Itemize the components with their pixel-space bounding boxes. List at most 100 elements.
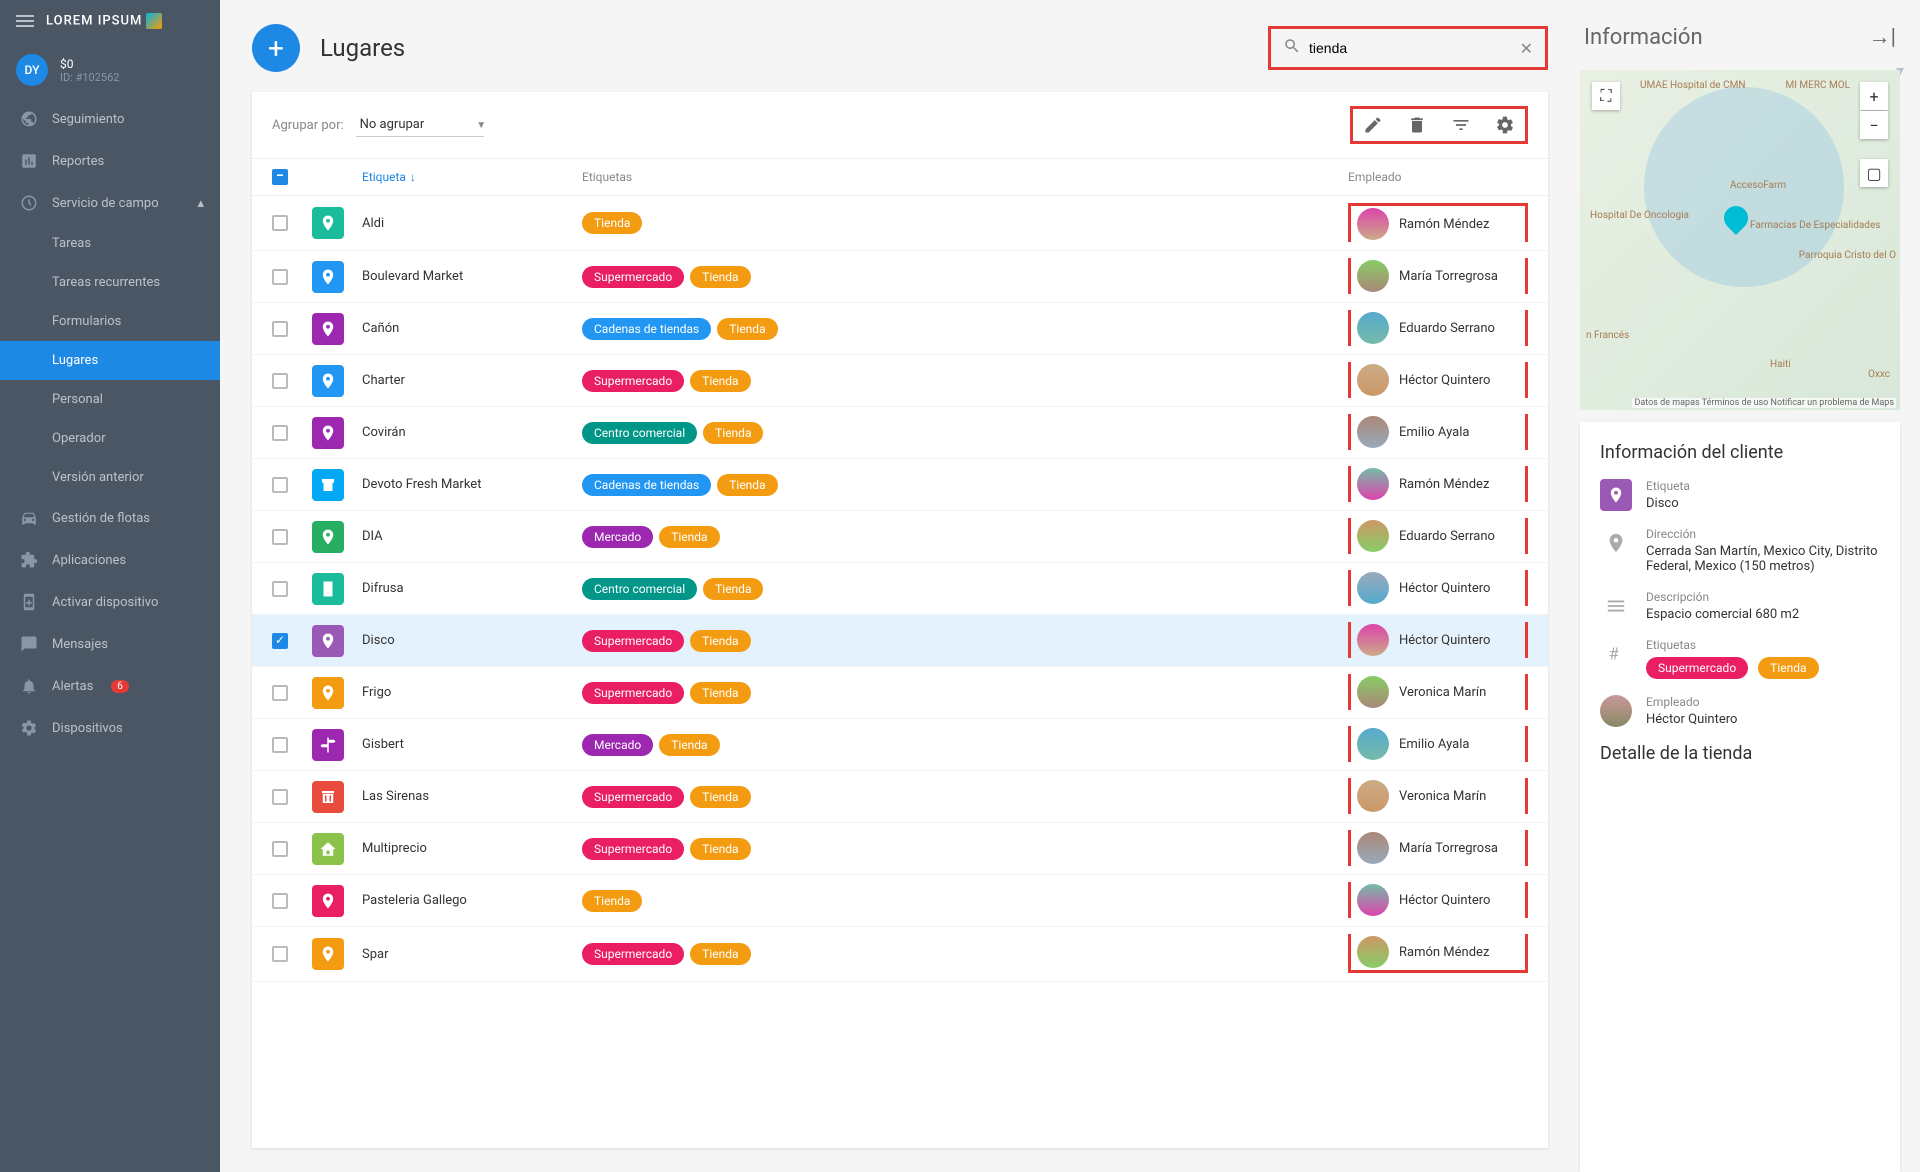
employee-avatar [1357,520,1389,552]
employee-avatar [1357,936,1389,968]
employee-avatar [1357,208,1389,240]
nav-alertas[interactable]: Alertas6 [0,665,220,707]
table-row[interactable]: Multiprecio SupermercadoTienda María Tor… [252,823,1548,875]
group-by-select[interactable]: No agrupar [356,113,485,137]
table-row[interactable]: Frigo SupermercadoTienda Veronica Marín [252,667,1548,719]
row-checkbox[interactable] [272,425,288,441]
nav-formularios[interactable]: Formularios [0,302,220,341]
nav-tareas[interactable]: Tareas [0,224,220,263]
settings-button[interactable] [1495,115,1515,135]
place-name: Cañón [362,321,582,336]
delete-button[interactable] [1407,115,1427,135]
row-checkbox[interactable] [272,633,288,649]
table-row[interactable]: Devoto Fresh Market Cadenas de tiendasTi… [252,459,1548,511]
nav-tareas-recurrentes[interactable]: Tareas recurrentes [0,263,220,302]
nav-activar[interactable]: Activar dispositivo [0,581,220,623]
place-type-icon [312,781,344,813]
nav-aplicaciones[interactable]: Aplicaciones [0,539,220,581]
menu-toggle[interactable] [16,12,34,30]
map-layers-button[interactable]: ▢ [1860,159,1888,187]
tag-tienda: Tienda [690,838,750,860]
column-header-employee[interactable]: Empleado [1348,170,1528,184]
map[interactable]: ⛶ + − ▢ UMAE Hospital de CMN MI MERC MOL… [1580,70,1900,410]
table-row[interactable]: Aldi Tienda Ramón Méndez [252,196,1548,251]
employee-avatar [1357,832,1389,864]
map-poi-label: Hospital De Oncologia [1590,210,1689,221]
globe-icon [20,110,38,128]
tag-tienda: Tienda [582,212,642,234]
place-name: Aldi [362,216,582,231]
nav-version-anterior[interactable]: Versión anterior [0,458,220,497]
column-header-tags[interactable]: Etiquetas [582,170,1348,184]
search-box: ✕ [1268,26,1548,70]
map-zoom-out-button[interactable]: − [1860,111,1888,139]
nav-servicio[interactable]: Servicio de campo▴ [0,182,220,224]
table-row[interactable]: Pasteleria Gallego Tienda Héctor Quinter… [252,875,1548,927]
map-attribution: Datos de mapas Términos de uso Notificar… [1632,398,1896,408]
tag-tienda: Tienda [659,734,719,756]
table-row[interactable]: DIA MercadoTienda Eduardo Serrano [252,511,1548,563]
search-input[interactable] [1309,40,1512,56]
employee-name: Veronica Marín [1399,789,1486,804]
row-checkbox[interactable] [272,789,288,805]
table-row[interactable]: Disco SupermercadoTienda Héctor Quintero [252,615,1548,667]
nav-seguimiento[interactable]: Seguimiento [0,98,220,140]
employee-name: Héctor Quintero [1399,373,1490,388]
edit-button[interactable] [1363,115,1383,135]
table-row[interactable]: Spar SupermercadoTienda Ramón Méndez [252,927,1548,982]
table-row[interactable]: Charter Supermercado Tienda Héctor Quinte… [252,355,1548,407]
nav-mensajes[interactable]: Mensajes [0,623,220,665]
add-button[interactable]: + [252,24,300,72]
table-row[interactable]: Las Sirenas SupermercadoTienda Veronica … [252,771,1548,823]
table-row[interactable]: Difrusa Centro comercialTienda Héctor Qu… [252,563,1548,615]
map-zoom-in-button[interactable]: + [1860,82,1888,110]
table-row[interactable]: Boulevard Market SupermercadoTienda Marí… [252,251,1548,303]
info-label-descripcion: Descripción [1646,590,1799,604]
filter-button[interactable] [1451,115,1471,135]
row-checkbox[interactable] [272,269,288,285]
select-all-checkbox[interactable] [272,169,288,185]
employee-avatar [1357,572,1389,604]
user-id: ID: #102562 [60,71,204,84]
row-checkbox[interactable] [272,685,288,701]
row-checkbox[interactable] [272,373,288,389]
row-checkbox[interactable] [272,529,288,545]
place-name: Frigo [362,685,582,700]
info-label-etiqueta: Etiqueta [1646,479,1690,493]
map-fullscreen-button[interactable]: ⛶ [1592,82,1620,110]
table-row[interactable]: Cañón Cadenas de tiendasTienda Eduardo S… [252,303,1548,355]
tag-supermercado: Supermercado [582,370,684,392]
column-header-label[interactable]: Etiqueta ↓ [362,170,582,184]
chart-icon [20,152,38,170]
chevron-up-icon: ▴ [197,196,204,211]
nav-lugares[interactable]: Lugares [0,341,220,380]
nav-personal[interactable]: Personal [0,380,220,419]
row-checkbox[interactable] [272,893,288,909]
row-checkbox[interactable] [272,581,288,597]
row-checkbox[interactable] [272,841,288,857]
page-title: Lugares [320,34,1248,62]
row-checkbox[interactable] [272,215,288,231]
nav-reportes[interactable]: Reportes [0,140,220,182]
table-row[interactable]: Covirán Centro comercialTienda Emilio Ay… [252,407,1548,459]
row-checkbox[interactable] [272,946,288,962]
map-poi-label: n Francés [1586,330,1629,341]
place-type-icon [312,729,344,761]
info-panel: Información →| ⛶ + − ▢ UMAE Hospital de … [1580,0,1920,1172]
nav-operador[interactable]: Operador [0,419,220,458]
nav-dispositivos[interactable]: Dispositivos [0,707,220,749]
place-name: Charter [362,373,582,388]
collapse-panel-icon[interactable]: →| [1869,24,1896,50]
gear-icon [20,719,38,737]
user-block[interactable]: DY $0 ID: #102562 ▾ [0,42,220,98]
row-checkbox[interactable] [272,321,288,337]
place-name: Disco [362,633,582,648]
tag-tienda: Tienda [690,370,750,392]
table-row[interactable]: Gisbert MercadoTienda Emilio Ayala [252,719,1548,771]
row-checkbox[interactable] [272,477,288,493]
tag-tienda: Tienda [659,526,719,548]
row-checkbox[interactable] [272,737,288,753]
nav-flotas[interactable]: Gestión de flotas [0,497,220,539]
clear-search-icon[interactable]: ✕ [1520,39,1533,58]
table-body: Aldi Tienda Ramón Méndez Boulevard Marke… [252,196,1548,1148]
